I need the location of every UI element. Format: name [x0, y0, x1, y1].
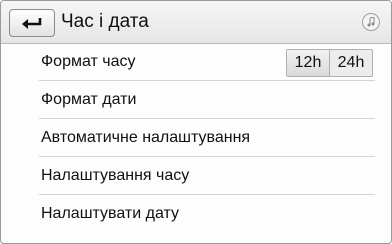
- music-note-glyph: [367, 17, 375, 27]
- list-item-date-format[interactable]: Формат дати: [1, 81, 391, 119]
- header-bar: Час і дата: [1, 1, 391, 44]
- time-format-row: Формат часу 12h 24h: [1, 43, 391, 81]
- back-button[interactable]: [9, 9, 55, 37]
- time-format-24h-button[interactable]: 24h: [329, 50, 372, 76]
- list-item-auto-set[interactable]: Автоматичне налаштування: [1, 119, 391, 157]
- list-item-set-date[interactable]: Налаштувати дату: [1, 195, 391, 233]
- time-format-12h-button[interactable]: 12h: [287, 50, 329, 76]
- back-arrow-icon: [22, 18, 42, 29]
- list-item-label: Налаштування часу: [41, 167, 190, 184]
- settings-list: Формат часу 12h 24h Формат дати Автомати…: [1, 43, 391, 233]
- list-item-label: Налаштувати дату: [41, 205, 179, 222]
- settings-screen: Час і дата Формат часу 12h 24h Формат да…: [0, 0, 392, 244]
- list-item-label: Автоматичне налаштування: [41, 129, 251, 146]
- time-format-toggle: 12h 24h: [286, 49, 373, 77]
- list-item-time-setting[interactable]: Налаштування часу: [1, 157, 391, 195]
- list-item-label: Формат дати: [41, 91, 137, 108]
- music-note-icon[interactable]: [362, 13, 380, 31]
- page-title: Час і дата: [61, 11, 149, 32]
- time-format-label: Формат часу: [41, 53, 136, 70]
